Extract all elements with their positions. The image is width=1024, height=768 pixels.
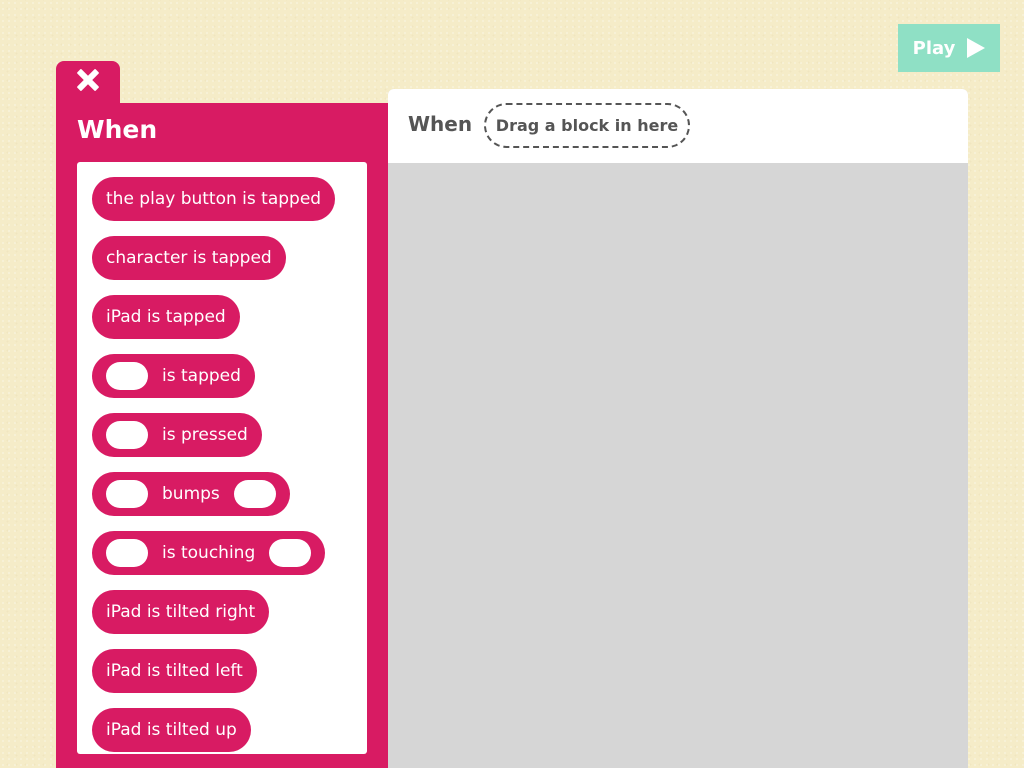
block-ipad-tilted-up[interactable]: iPad is tilted up (92, 708, 251, 752)
block-is-touching[interactable]: is touching (92, 531, 326, 575)
script-canvas[interactable] (388, 163, 968, 768)
block-input-slot[interactable] (106, 539, 148, 567)
block-input-slot[interactable] (233, 480, 276, 508)
block-ipad-tilted-left[interactable]: iPad is tilted left (92, 649, 257, 693)
block-label: bumps (162, 484, 220, 504)
block-bumps[interactable]: bumps (92, 472, 290, 516)
block-label: the play button is tapped (106, 189, 322, 209)
block-play-button-tapped[interactable]: the play button is tapped (92, 177, 336, 221)
script-area: When Drag a block in here (388, 89, 968, 768)
block-object-pressed[interactable]: is pressed (92, 413, 262, 457)
block-label: iPad is tilted left (106, 661, 243, 681)
play-icon (967, 38, 986, 58)
block-label: iPad is tapped (106, 307, 226, 327)
script-header: When Drag a block in here (388, 89, 968, 163)
block-ipad-tapped[interactable]: iPad is tapped (92, 295, 240, 339)
block-ipad-tilted-right[interactable]: iPad is tilted right (92, 590, 270, 634)
palette-block-list[interactable]: the play button is tapped character is t… (77, 162, 367, 754)
block-input-slot[interactable] (106, 362, 148, 390)
play-button[interactable]: Play (898, 24, 1000, 72)
script-when-label: When (408, 112, 473, 136)
block-input-slot[interactable] (106, 421, 148, 449)
palette-title: When (77, 115, 158, 144)
block-character-tapped[interactable]: character is tapped (92, 236, 286, 280)
block-palette: When the play button is tapped character… (56, 103, 388, 768)
block-label: is pressed (162, 425, 248, 445)
block-input-slot[interactable] (269, 539, 312, 567)
block-label: is touching (162, 543, 256, 563)
block-label: iPad is tilted right (106, 602, 256, 622)
block-object-tapped[interactable]: is tapped (92, 354, 255, 398)
block-label: is tapped (162, 366, 241, 386)
block-label: iPad is tilted up (106, 720, 237, 740)
play-button-label: Play (912, 37, 956, 59)
block-drop-zone[interactable]: Drag a block in here (484, 103, 690, 148)
drop-zone-label: Drag a block in here (495, 116, 679, 135)
close-palette-button[interactable] (56, 61, 120, 107)
block-label: character is tapped (106, 248, 272, 268)
block-input-slot[interactable] (106, 480, 148, 508)
close-icon (75, 67, 101, 93)
